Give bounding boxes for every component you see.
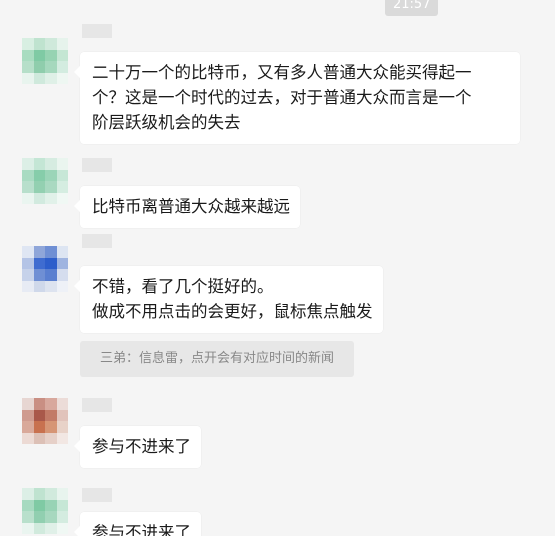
- avatar[interactable]: [22, 398, 68, 444]
- message-bubble[interactable]: 比特币离普通大众越来越远: [74, 186, 300, 228]
- sender-name: [82, 488, 112, 502]
- sender-name: [82, 24, 112, 38]
- avatar[interactable]: [22, 158, 68, 204]
- avatar[interactable]: [22, 246, 68, 292]
- message-bubble[interactable]: 二十万一个的比特币，又有多人普通大众能买得起一 个？这是一个时代的过去，对于普通…: [74, 52, 520, 144]
- message-item: 比特币离普通大众越来越远: [22, 158, 542, 228]
- message-bubble[interactable]: 不错，看了几个挺好的。 做成不用点击的会更好，鼠标焦点触发: [74, 266, 383, 333]
- message-item: 参与不进来了: [22, 488, 542, 536]
- sender-name: [82, 398, 112, 412]
- message-item: 参与不进来了: [22, 398, 542, 468]
- avatar[interactable]: [22, 38, 68, 84]
- timestamp-chip: 21:57: [385, 0, 439, 16]
- message-item: 不错，看了几个挺好的。 做成不用点击的会更好，鼠标焦点触发 三弟：信息雷，点开会…: [22, 234, 542, 384]
- message-bubble[interactable]: 参与不进来了: [74, 426, 201, 468]
- avatar[interactable]: [22, 488, 68, 534]
- sender-name: [82, 234, 112, 248]
- chat-panel: 21:57 二十万一个的比特币，又有多人普通大众能买得起一 个？这是一个时代的过…: [0, 0, 555, 536]
- message-item: 二十万一个的比特币，又有多人普通大众能买得起一 个？这是一个时代的过去，对于普通…: [22, 24, 542, 144]
- quoted-reply[interactable]: 三弟：信息雷，点开会有对应时间的新闻: [80, 341, 355, 377]
- sender-name: [82, 158, 112, 172]
- message-bubble[interactable]: 参与不进来了: [74, 512, 201, 536]
